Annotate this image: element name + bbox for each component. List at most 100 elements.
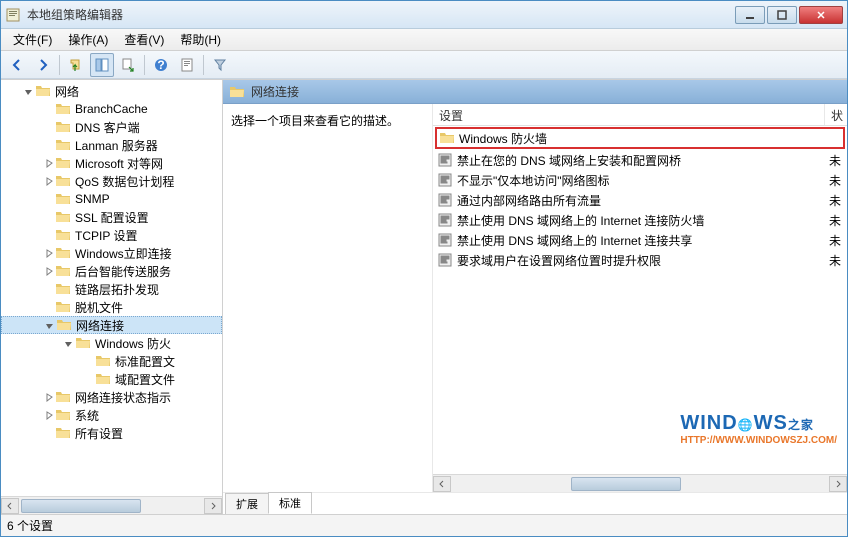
scroll-thumb[interactable] <box>571 477 681 491</box>
column-state[interactable]: 状 <box>825 104 847 125</box>
setting-icon <box>437 252 453 268</box>
folder-icon <box>55 156 71 170</box>
scroll-left-icon[interactable] <box>433 476 451 492</box>
tree-node[interactable]: DNS 客户端 <box>1 118 222 136</box>
settings-list-pane: 设置 状 Windows 防火墙禁止在您的 DNS 域网络上安装和配置网桥未不显… <box>433 104 847 492</box>
scroll-left-icon[interactable] <box>1 498 19 514</box>
up-button[interactable] <box>64 53 88 77</box>
tree-scroll[interactable]: 网络BranchCacheDNS 客户端Lanman 服务器Microsoft … <box>1 80 222 496</box>
expander-icon[interactable] <box>41 390 55 404</box>
window-controls <box>735 6 843 24</box>
export-button[interactable] <box>116 53 140 77</box>
window-title: 本地组策略编辑器 <box>27 6 735 23</box>
tree-node[interactable]: Microsoft 对等网 <box>1 154 222 172</box>
tree-node-firewall[interactable]: Windows 防火 <box>1 334 222 352</box>
folder-icon <box>35 84 51 98</box>
menu-file[interactable]: 文件(F) <box>5 29 60 50</box>
tree-node[interactable]: Windows立即连接 <box>1 244 222 262</box>
column-setting[interactable]: 设置 <box>433 104 825 125</box>
folder-icon <box>55 210 71 224</box>
detail-title: 网络连接 <box>251 83 299 100</box>
folder-icon <box>55 390 71 404</box>
list-item[interactable]: 禁止在您的 DNS 域网络上安装和配置网桥未 <box>433 150 847 170</box>
folder-icon <box>439 130 455 146</box>
expander-icon[interactable] <box>41 174 55 188</box>
tree-node[interactable]: TCPIP 设置 <box>1 226 222 244</box>
menu-action[interactable]: 操作(A) <box>60 29 116 50</box>
tab-extended[interactable]: 扩展 <box>225 493 269 514</box>
list-header: 设置 状 <box>433 104 847 126</box>
tree-node[interactable]: 后台智能传送服务 <box>1 262 222 280</box>
description-text: 选择一个项目来查看它的描述。 <box>231 112 424 129</box>
list-item[interactable]: 通过内部网络路由所有流量未 <box>433 190 847 210</box>
tree-node[interactable]: BranchCache <box>1 100 222 118</box>
back-button[interactable] <box>5 53 29 77</box>
minimize-button[interactable] <box>735 6 765 24</box>
folder-icon <box>55 246 71 260</box>
expander-icon[interactable] <box>42 318 56 332</box>
description-pane: 选择一个项目来查看它的描述。 <box>223 104 433 492</box>
filter-button[interactable] <box>208 53 232 77</box>
scroll-thumb[interactable] <box>21 499 141 513</box>
menu-help[interactable]: 帮助(H) <box>172 29 229 50</box>
expander-icon[interactable] <box>41 264 55 278</box>
scroll-right-icon[interactable] <box>829 476 847 492</box>
tree-node[interactable]: 网络连接状态指示 <box>1 388 222 406</box>
expander-icon[interactable] <box>61 336 75 350</box>
toolbar: ? <box>1 51 847 79</box>
forward-button[interactable] <box>31 53 55 77</box>
folder-icon <box>55 174 71 188</box>
tree-pane: 网络BranchCacheDNS 客户端Lanman 服务器Microsoft … <box>1 80 223 514</box>
folder-icon <box>55 300 71 314</box>
tree-node[interactable]: 链路层拓扑发现 <box>1 280 222 298</box>
list-item[interactable]: Windows 防火墙 <box>435 127 845 149</box>
tree-node-network[interactable]: 网络 <box>1 82 222 100</box>
expander-icon[interactable] <box>41 408 55 422</box>
show-hide-tree-button[interactable] <box>90 53 114 77</box>
expander-icon[interactable] <box>41 156 55 170</box>
list-item[interactable]: 要求域用户在设置网络位置时提升权限未 <box>433 250 847 270</box>
tree-node[interactable]: 域配置文件 <box>1 370 222 388</box>
titlebar[interactable]: 本地组策略编辑器 <box>1 1 847 29</box>
folder-icon <box>56 318 72 332</box>
menu-view[interactable]: 查看(V) <box>116 29 172 50</box>
folder-icon <box>95 354 111 368</box>
tree-node[interactable]: SNMP <box>1 190 222 208</box>
help-button[interactable]: ? <box>149 53 173 77</box>
expander-icon[interactable] <box>21 84 35 98</box>
setting-icon <box>437 152 453 168</box>
tree-node[interactable]: 网络连接 <box>1 316 222 334</box>
tree-node[interactable]: Lanman 服务器 <box>1 136 222 154</box>
tree-hscrollbar[interactable] <box>1 496 222 514</box>
tree-node[interactable]: 标准配置文 <box>1 352 222 370</box>
list-item[interactable]: 禁止使用 DNS 域网络上的 Internet 连接防火墙未 <box>433 210 847 230</box>
folder-icon <box>55 264 71 278</box>
folder-icon <box>229 85 245 99</box>
content-area: 网络BranchCacheDNS 客户端Lanman 服务器Microsoft … <box>1 79 847 514</box>
setting-icon <box>437 232 453 248</box>
maximize-button[interactable] <box>767 6 797 24</box>
folder-icon <box>75 336 91 350</box>
setting-icon <box>437 192 453 208</box>
menubar: 文件(F) 操作(A) 查看(V) 帮助(H) <box>1 29 847 51</box>
list-item[interactable]: 不显示"仅本地访问"网络图标未 <box>433 170 847 190</box>
tree-node[interactable]: 系统 <box>1 406 222 424</box>
close-button[interactable] <box>799 6 843 24</box>
tab-standard[interactable]: 标准 <box>268 492 312 514</box>
folder-icon <box>55 228 71 242</box>
detail-tabs: 扩展 标准 <box>223 492 847 514</box>
tree-node[interactable]: 所有设置 <box>1 424 222 442</box>
properties-button[interactable] <box>175 53 199 77</box>
tree-node[interactable]: SSL 配置设置 <box>1 208 222 226</box>
expander-icon[interactable] <box>41 246 55 260</box>
tree-node[interactable]: 脱机文件 <box>1 298 222 316</box>
folder-icon <box>55 120 71 134</box>
folder-icon <box>55 138 71 152</box>
list-body: Windows 防火墙禁止在您的 DNS 域网络上安装和配置网桥未不显示"仅本地… <box>433 126 847 474</box>
folder-icon <box>55 426 71 440</box>
scroll-right-icon[interactable] <box>204 498 222 514</box>
detail-header: 网络连接 <box>223 80 847 104</box>
list-item[interactable]: 禁止使用 DNS 域网络上的 Internet 连接共享未 <box>433 230 847 250</box>
list-hscrollbar[interactable] <box>433 474 847 492</box>
tree-node[interactable]: QoS 数据包计划程 <box>1 172 222 190</box>
